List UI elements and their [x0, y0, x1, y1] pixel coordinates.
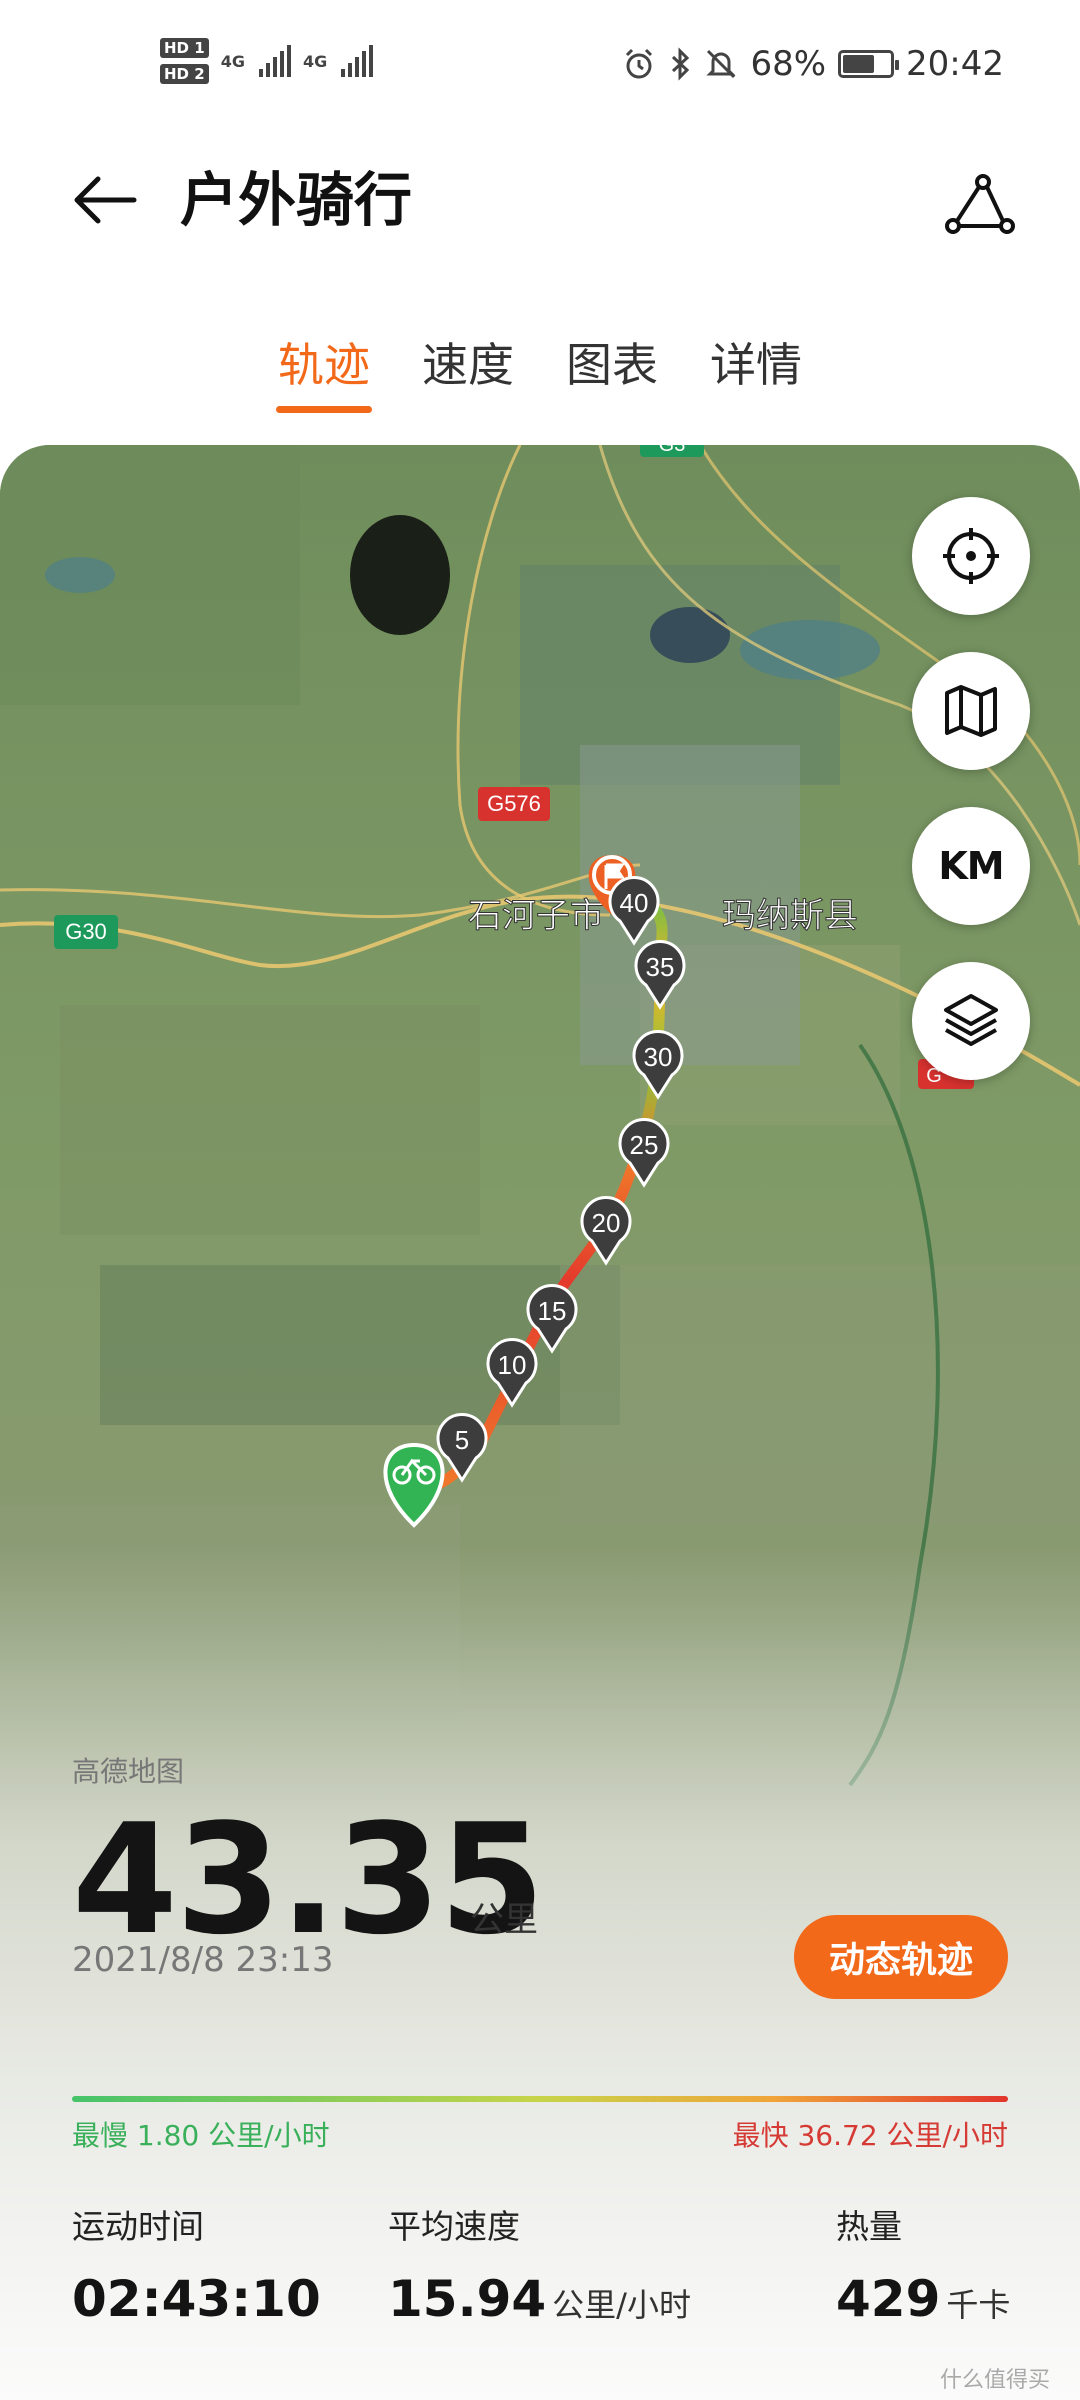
stat-avg-speed-label: 平均速度 [388, 2207, 520, 2246]
km-toggle-label: KM [938, 844, 1004, 888]
tab-track[interactable]: 轨迹 [276, 325, 372, 415]
route-share-button[interactable] [940, 165, 1020, 245]
network-type-1: 4G [220, 51, 245, 71]
network-type-2: 4G [302, 51, 328, 71]
page-title: 户外骑行 [180, 166, 413, 234]
arrow-left-icon [74, 176, 137, 224]
stat-calories-value: 429 [836, 2270, 941, 2328]
layers-button[interactable] [912, 962, 1030, 1080]
battery-icon [838, 50, 900, 78]
tab-details[interactable]: 详情 [708, 325, 804, 415]
road-shield-g3x-label: G3 [659, 445, 686, 456]
clock: 20:42 [906, 44, 1004, 84]
map-view[interactable]: G576 G30 G3 G 石河子市 玛纳斯县 5 10 15 20 25 30 35 40 [0, 445, 1080, 2400]
watermark: 什么值得买 [939, 2368, 1050, 2393]
stat-avg-speed-unit: 公里/小时 [552, 2286, 691, 2324]
battery-percent: 68% [750, 44, 827, 84]
status-bar: HD 1 HD 2 4G 4G 68% 20:42 [0, 0, 1080, 130]
km-marker-label: 15 [538, 1296, 567, 1326]
locate-icon [943, 528, 999, 584]
layers-icon [944, 994, 998, 1046]
distance-unit: 公里 [470, 1900, 538, 1940]
tab-speed[interactable]: 速度 [420, 325, 516, 415]
km-marker-toggle[interactable]: KM [912, 807, 1030, 925]
road-shield-g3x: G3 [640, 445, 704, 457]
route-share-icon [945, 174, 1015, 234]
map-icon [945, 685, 997, 737]
dynamic-track-button[interactable]: 动态轨迹 [794, 1915, 1008, 1999]
road-shield-g576-label: G576 [487, 791, 541, 816]
road-shield-g576: G576 [478, 787, 550, 821]
bluetooth-icon [672, 47, 690, 81]
back-button[interactable] [70, 165, 140, 235]
hd-indicators: HD 1 HD 2 [160, 38, 209, 84]
km-marker-label: 35 [646, 952, 675, 982]
km-marker-label: 10 [498, 1350, 527, 1380]
road-shield-g30: G30 [54, 915, 118, 949]
place-label-manasi: 玛纳斯县 [722, 896, 858, 936]
km-marker-label: 20 [592, 1208, 621, 1238]
place-label-shihezi: 石河子市 [468, 896, 604, 936]
battery-fill [843, 55, 875, 73]
tab-bar: 轨迹 速度 图表 详情 [0, 325, 1080, 425]
map-type-button[interactable] [912, 652, 1030, 770]
km-marker-label: 40 [620, 888, 649, 918]
system-indicators: 68% 20:42 [622, 44, 1004, 84]
km-marker-label: 25 [630, 1130, 659, 1160]
road-shield-g30-label: G30 [65, 919, 107, 944]
stat-duration: 运动时间 02:43:10 [72, 2200, 321, 2328]
hd-sim1-badge: HD 1 [160, 38, 209, 58]
stat-calories: 热量 429 千卡 [836, 2200, 1010, 2328]
alarm-icon [626, 48, 653, 79]
speed-legend-bar [72, 2096, 1008, 2102]
stat-duration-label: 运动时间 [72, 2207, 204, 2246]
km-marker-label: 5 [455, 1425, 469, 1455]
signal-icon [341, 45, 374, 77]
app-bar: 户外骑行 [0, 130, 1080, 270]
signal-indicators: HD 1 HD 2 4G 4G [160, 38, 374, 84]
stat-duration-value: 02:43:10 [72, 2270, 321, 2328]
stat-calories-unit: 千卡 [946, 2286, 1011, 2324]
slowest-speed: 最慢 1.80 公里/小时 [72, 2119, 330, 2152]
fastest-speed: 最快 36.72 公里/小时 [732, 2119, 1008, 2152]
stat-avg-speed-value: 15.94 [388, 2270, 547, 2328]
tab-chart[interactable]: 图表 [564, 325, 660, 415]
map-attribution: 高德地图 [72, 1755, 185, 1788]
stat-avg-speed: 平均速度 15.94 公里/小时 [388, 2200, 691, 2328]
session-datetime: 2021/8/8 23:13 [72, 1940, 334, 1980]
mute-icon [706, 49, 737, 79]
km-marker-label: 30 [644, 1042, 673, 1072]
hd-sim2-badge: HD 2 [160, 64, 209, 84]
signal-icon [258, 45, 291, 77]
stat-calories-label: 热量 [836, 2207, 902, 2246]
locate-button[interactable] [912, 497, 1030, 615]
